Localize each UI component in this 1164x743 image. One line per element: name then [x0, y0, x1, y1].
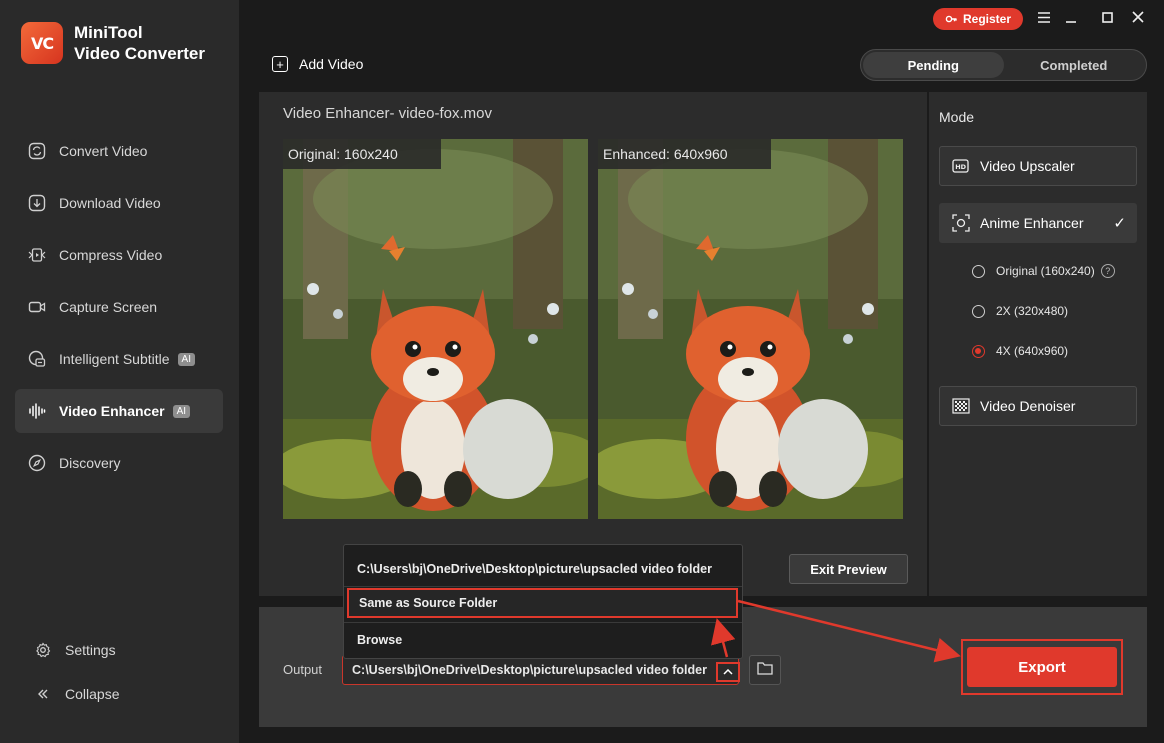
- minimize-button[interactable]: [1060, 8, 1082, 30]
- waveform-icon: [28, 402, 46, 420]
- output-path-select[interactable]: C:\Users\bj\OneDrive\Desktop\picture\ups…: [342, 655, 739, 685]
- camera-icon: [28, 298, 46, 316]
- add-video-button[interactable]: + Add Video: [272, 56, 363, 72]
- option-2x[interactable]: 2X (320x480): [972, 304, 1068, 318]
- svg-text:HD: HD: [955, 163, 966, 171]
- sidebar-item-label: Video Enhancer: [59, 403, 165, 419]
- sidebar-item-download-video[interactable]: Download Video: [15, 181, 223, 225]
- anime-enhancer-label: Anime Enhancer: [980, 215, 1084, 231]
- collapse-button[interactable]: Collapse: [15, 672, 223, 716]
- dropdown-item-current-path[interactable]: C:\Users\bj\OneDrive\Desktop\picture\ups…: [344, 551, 742, 587]
- close-icon: [1132, 10, 1144, 28]
- sidebar-bottom: Settings Collapse: [15, 628, 223, 716]
- menu-button[interactable]: [1033, 8, 1055, 30]
- ai-badge: AI: [177, 352, 195, 366]
- output-dropdown-toggle[interactable]: [716, 662, 740, 682]
- convert-icon: [28, 142, 46, 160]
- sidebar-item-label: Discovery: [59, 455, 121, 471]
- radio-button[interactable]: [972, 304, 985, 318]
- sidebar-item-capture-screen[interactable]: Capture Screen: [15, 285, 223, 329]
- add-video-label: Add Video: [299, 56, 364, 72]
- folder-icon: [757, 661, 773, 680]
- hd-icon: HD: [952, 157, 970, 175]
- exit-preview-button[interactable]: Exit Preview: [789, 554, 908, 584]
- brand: VC MiniTool Video Converter: [21, 22, 205, 64]
- app-name-line1: MiniTool: [74, 23, 143, 42]
- compass-icon: [28, 454, 46, 472]
- sidebar-item-intelligent-subtitle[interactable]: Intelligent Subtitle AI: [15, 337, 223, 381]
- video-upscaler-button[interactable]: HD Video Upscaler: [939, 146, 1137, 186]
- collapse-label: Collapse: [65, 686, 120, 702]
- option-label: 4X (640x960): [996, 344, 1069, 358]
- sidebar: VC MiniTool Video Converter Convert Vide…: [0, 0, 239, 743]
- settings-label: Settings: [65, 642, 116, 658]
- anime-enhance-icon: [952, 214, 970, 232]
- compress-icon: [28, 246, 46, 264]
- minimize-icon: [1066, 10, 1076, 28]
- option-label: 2X (320x480): [996, 304, 1069, 318]
- gear-icon: [34, 641, 52, 659]
- chevron-up-icon: [723, 667, 733, 678]
- video-denoiser-button[interactable]: Video Denoiser: [939, 386, 1137, 426]
- sidebar-item-video-enhancer[interactable]: Video Enhancer AI: [15, 389, 223, 433]
- help-icon[interactable]: ?: [1100, 264, 1115, 278]
- tab-completed[interactable]: Completed: [1004, 52, 1145, 78]
- maximize-button[interactable]: [1096, 8, 1118, 30]
- option-original[interactable]: Original (160x240) ?: [972, 264, 1115, 278]
- denoise-icon: [952, 397, 970, 415]
- open-folder-button[interactable]: [749, 655, 781, 685]
- output-path-value: C:\Users\bj\OneDrive\Desktop\picture\ups…: [352, 663, 707, 677]
- tab-pending[interactable]: Pending: [863, 52, 1004, 78]
- app-name: MiniTool Video Converter: [74, 22, 205, 64]
- fox-image: [283, 139, 588, 519]
- option-4x[interactable]: 4X (640x960): [972, 344, 1068, 358]
- video-upscaler-label: Video Upscaler: [980, 158, 1075, 174]
- ai-badge: AI: [172, 404, 191, 418]
- register-button[interactable]: Register: [933, 8, 1023, 30]
- sidebar-item-label: Download Video: [59, 195, 161, 211]
- status-tabs: Pending Completed: [860, 49, 1147, 81]
- double-chevron-left-icon: [34, 685, 52, 703]
- close-button[interactable]: [1127, 8, 1149, 30]
- enhanced-preview-image: Enhanced: 640x960: [598, 139, 903, 519]
- sidebar-item-label: Capture Screen: [59, 299, 158, 315]
- sidebar-item-convert-video[interactable]: Convert Video: [15, 129, 223, 173]
- fox-image: [598, 139, 903, 519]
- option-label: Original (160x240): [996, 264, 1095, 278]
- radio-button-selected[interactable]: [972, 344, 985, 358]
- divider: [344, 586, 742, 587]
- download-icon: [28, 194, 46, 212]
- maximize-icon: [1101, 10, 1113, 28]
- subtitle-icon: [28, 350, 46, 368]
- settings-button[interactable]: Settings: [15, 628, 223, 672]
- output-dropdown-menu: C:\Users\bj\OneDrive\Desktop\picture\ups…: [343, 544, 743, 659]
- original-preview-image: Original: 160x240: [283, 139, 588, 519]
- plus-icon: +: [272, 56, 288, 72]
- original-resolution-label: Original: 160x240: [283, 139, 441, 169]
- preview-panel: Video Enhancer- video-fox.mov Original: …: [259, 92, 927, 596]
- sidebar-item-compress-video[interactable]: Compress Video: [15, 233, 223, 277]
- checkmark-icon: ✓: [1113, 215, 1126, 232]
- mode-panel: Mode HD Video Upscaler Anime Enhancer ✓ …: [929, 92, 1147, 596]
- radio-button[interactable]: [972, 264, 985, 278]
- key-icon: [945, 13, 957, 25]
- register-label: Register: [962, 12, 1012, 26]
- output-label: Output: [283, 662, 323, 677]
- enhanced-resolution-label: Enhanced: 640x960: [598, 139, 771, 169]
- app-name-line2: Video Converter: [74, 44, 206, 63]
- hamburger-icon: [1038, 10, 1050, 28]
- sidebar-item-label: Intelligent Subtitle: [59, 351, 170, 367]
- app-logo: VC: [21, 22, 63, 64]
- sidebar-item-label: Convert Video: [59, 143, 148, 159]
- sidebar-nav: Convert Video Download Video Compress Vi…: [15, 129, 223, 493]
- dropdown-item-same-as-source[interactable]: Same as Source Folder: [347, 588, 738, 618]
- dropdown-item-browse[interactable]: Browse: [344, 622, 742, 658]
- preview-title: Video Enhancer- video-fox.mov: [283, 105, 493, 122]
- video-denoiser-label: Video Denoiser: [980, 398, 1076, 414]
- sidebar-item-label: Compress Video: [59, 247, 163, 263]
- export-button[interactable]: Export: [967, 647, 1117, 687]
- sidebar-item-discovery[interactable]: Discovery: [15, 441, 223, 485]
- anime-enhancer-button[interactable]: Anime Enhancer ✓: [939, 203, 1137, 243]
- mode-title: Mode: [939, 109, 975, 125]
